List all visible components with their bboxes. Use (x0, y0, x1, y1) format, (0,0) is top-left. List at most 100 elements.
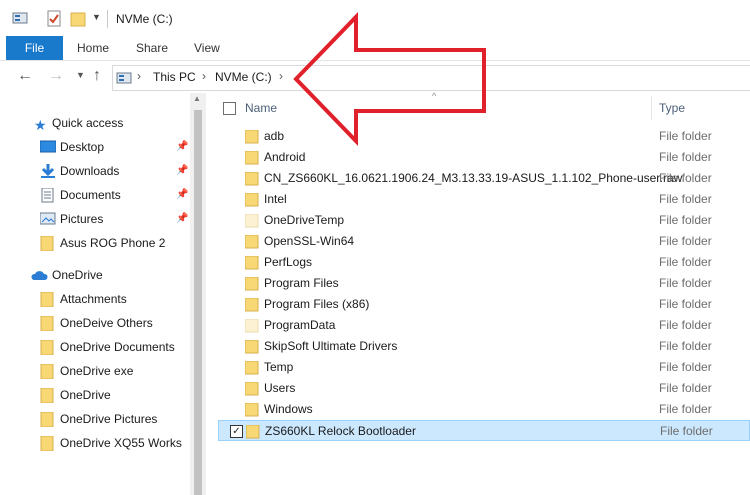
select-all-checkbox[interactable] (223, 102, 236, 115)
table-row[interactable]: OneDriveTemp File folder (218, 210, 750, 231)
file-name: PerfLogs (264, 255, 313, 269)
table-row[interactable]: SkipSoft Ultimate Drivers File folder (218, 336, 750, 357)
recent-locations-button[interactable]: ▼ (76, 70, 85, 80)
table-row[interactable]: Intel File folder (218, 189, 750, 210)
cloud-icon (31, 271, 48, 280)
folder-icon (245, 151, 259, 165)
address-field[interactable]: › This PC › NVMe (C:) › (112, 65, 750, 91)
file-name: ProgramData (264, 318, 336, 332)
folder-icon (40, 364, 54, 379)
file-name: Users (264, 381, 296, 395)
file-name: OpenSSL-Win64 (264, 234, 355, 248)
table-row[interactable]: Android File folder (218, 147, 750, 168)
tab-view[interactable]: View (194, 36, 220, 60)
folder-icon (245, 361, 259, 375)
table-row[interactable]: Program Files File folder (218, 273, 750, 294)
breadcrumb-this-pc[interactable]: This PC (153, 70, 196, 84)
file-name: ZS660KL Relock Bootloader (265, 424, 416, 438)
table-row[interactable]: ProgramData File folder (218, 315, 750, 336)
breadcrumb-separator: › (279, 69, 283, 83)
file-type: File folder (659, 234, 712, 248)
breadcrumb-separator: › (202, 69, 206, 83)
folder-icon (245, 403, 259, 417)
table-row[interactable]: Users File folder (218, 378, 750, 399)
file-type: File folder (659, 339, 712, 353)
back-button[interactable]: ← (17, 67, 33, 85)
folder-icon (40, 436, 54, 451)
file-type: File folder (659, 255, 712, 269)
pin-icon[interactable]: 📌 (176, 184, 188, 206)
tab-home[interactable]: Home (77, 36, 109, 60)
file-name: Program Files (x86) (264, 297, 370, 311)
tab-file[interactable]: File (6, 36, 63, 60)
column-name[interactable]: Name (245, 101, 277, 115)
file-name: Temp (264, 360, 294, 374)
file-name: CN_ZS660KL_16.0621.1906.24_M3.13.33.19-A… (264, 171, 683, 185)
folder-icon (246, 425, 260, 439)
pin-icon[interactable]: 📌 (176, 160, 188, 182)
file-type: File folder (659, 171, 712, 185)
file-name: SkipSoft Ultimate Drivers (264, 339, 398, 353)
folder-icon (245, 277, 259, 291)
forward-button[interactable]: → (48, 67, 64, 85)
file-name: Intel (264, 192, 287, 206)
table-row[interactable]: OpenSSL-Win64 File folder (218, 231, 750, 252)
file-name: Program Files (264, 276, 339, 290)
up-button[interactable]: ↑ (93, 67, 101, 85)
file-name: adb (264, 129, 285, 143)
table-row-selected[interactable]: ✓ ZS660KL Relock Bootloader File folder (218, 420, 750, 441)
file-name: Windows (264, 402, 313, 416)
pin-icon[interactable]: 📌 (176, 136, 188, 158)
undo-check-icon[interactable] (46, 10, 62, 28)
file-type: File folder (659, 150, 712, 164)
column-divider[interactable] (651, 96, 652, 120)
column-type[interactable]: Type (659, 101, 685, 115)
folder-icon (245, 319, 259, 333)
star-icon: ★ (34, 117, 47, 133)
pictures-icon (40, 212, 56, 225)
row-checkbox[interactable]: ✓ (230, 425, 243, 438)
new-folder-icon[interactable] (70, 10, 86, 28)
table-row[interactable]: Windows File folder (218, 399, 750, 420)
sort-ascending-icon: ^ (432, 91, 437, 101)
folder-icon (245, 340, 259, 354)
folder-icon (245, 235, 259, 249)
file-type: File folder (659, 360, 712, 374)
file-type: File folder (659, 276, 712, 290)
folder-icon (40, 316, 54, 331)
breadcrumb-separator: › (137, 69, 141, 83)
folder-icon (245, 130, 259, 144)
documents-icon (41, 188, 54, 203)
folder-icon (40, 412, 54, 427)
folder-icon (40, 388, 54, 403)
folder-icon (245, 382, 259, 396)
table-row[interactable]: PerfLogs File folder (218, 252, 750, 273)
nav-scrollbar-thumb[interactable] (194, 110, 202, 495)
customize-toolbar-icon[interactable]: ▼ (92, 12, 101, 22)
pin-icon[interactable]: 📌 (176, 208, 188, 230)
tab-share[interactable]: Share (136, 36, 168, 60)
window-title: NVMe (C:) (116, 12, 173, 26)
folder-icon (40, 236, 54, 251)
file-type: File folder (659, 129, 712, 143)
title-separator (107, 10, 108, 28)
file-type: File folder (660, 424, 713, 438)
folder-icon (40, 340, 54, 355)
file-name: Android (264, 150, 306, 164)
table-row[interactable]: adb File folder (218, 126, 750, 147)
folder-icon (245, 172, 259, 186)
file-type: File folder (659, 213, 712, 227)
desktop-icon (40, 140, 56, 153)
file-type: File folder (659, 402, 712, 416)
scroll-up-icon[interactable]: ▲ (193, 94, 201, 103)
breadcrumb-nvme[interactable]: NVMe (C:) (215, 70, 272, 84)
ribbon-tabs: File Home Share View (0, 36, 750, 61)
table-row[interactable]: Program Files (x86) File folder (218, 294, 750, 315)
table-row[interactable]: CN_ZS660KL_16.0621.1906.24_M3.13.33.19-A… (218, 168, 750, 189)
folder-icon (245, 298, 259, 312)
table-row[interactable]: Temp File folder (218, 357, 750, 378)
properties-icon[interactable] (12, 10, 30, 26)
folder-icon (245, 193, 259, 207)
folder-icon (40, 292, 54, 307)
file-type: File folder (659, 297, 712, 311)
